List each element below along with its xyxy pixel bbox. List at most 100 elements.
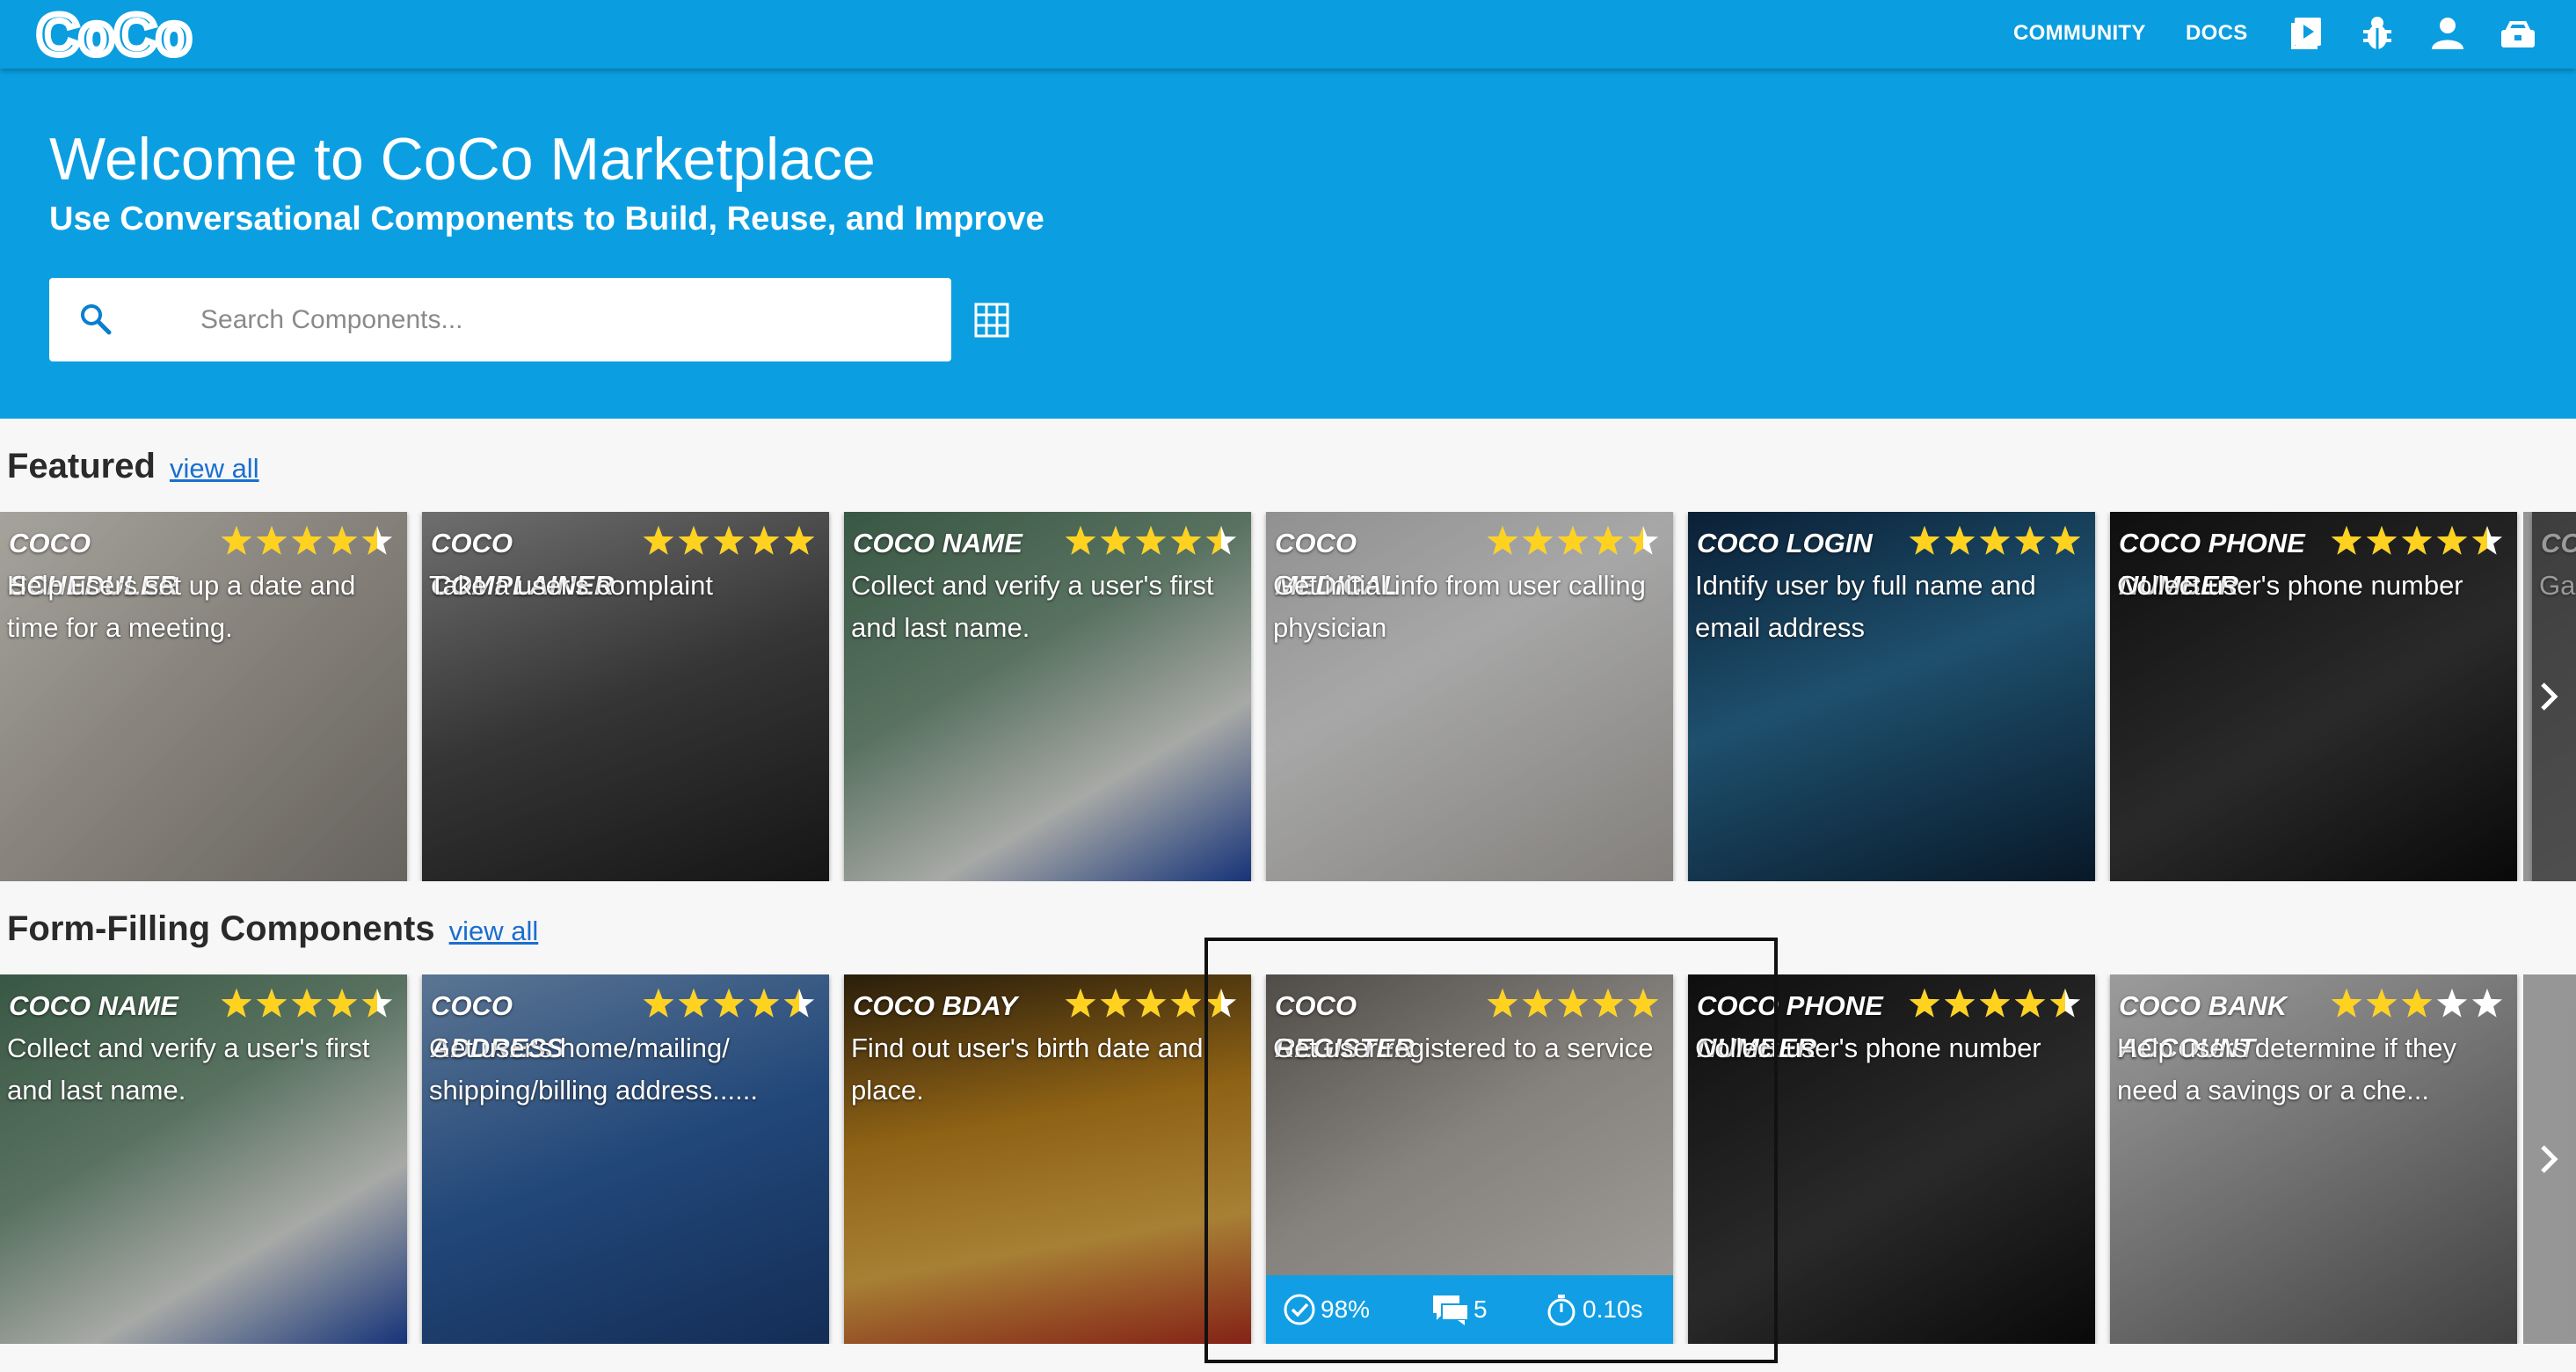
selection-highlight	[1204, 938, 1778, 1363]
star-filled-icon	[1522, 526, 1554, 555]
component-card[interactable]: COCO PHONE NUMBER Collect user's phone nu…	[2110, 512, 2517, 881]
star-filled-icon	[1979, 526, 2011, 555]
star-filled-icon	[748, 526, 780, 555]
card-title: COCO LOGIN	[1697, 528, 1873, 558]
star-filled-icon	[1100, 989, 1132, 1018]
nav-community-link[interactable]: COMMUNITY	[2013, 21, 2146, 46]
star-filled-icon	[1135, 526, 1167, 555]
star-filled-icon	[326, 526, 358, 555]
star-filled-icon	[2049, 526, 2081, 555]
user-icon[interactable]	[2428, 14, 2467, 53]
grid-view-icon[interactable]	[972, 301, 1011, 339]
star-filled-icon	[2436, 526, 2468, 555]
featured-title: Featured	[7, 447, 156, 485]
star-filled-icon	[1170, 989, 1202, 1018]
star-filled-icon	[2401, 526, 2433, 555]
hero-banner: Welcome to CoCo Marketplace Use Conversa…	[0, 69, 2576, 419]
star-filled-icon	[748, 989, 780, 1018]
nav-docs-link[interactable]: DOCS	[2186, 21, 2248, 46]
star-filled-icon	[1557, 526, 1589, 555]
star-filled-icon	[2401, 989, 2433, 1018]
star-filled-icon	[643, 989, 674, 1018]
star-filled-icon	[291, 526, 323, 555]
star-filled-icon	[2331, 989, 2362, 1018]
search-input[interactable]	[200, 296, 930, 345]
form-filling-view-all-link[interactable]: view all	[449, 916, 539, 947]
star-filled-icon	[713, 989, 745, 1018]
star-filled-icon	[2366, 989, 2398, 1018]
coco-logo[interactable]: CoCo	[35, 2, 220, 65]
star-filled-icon	[643, 526, 674, 555]
hero-title: Welcome to CoCo Marketplace	[49, 126, 876, 193]
component-card[interactable]: COCO NAME Collect and verify a user's fir…	[0, 974, 407, 1344]
rating-stars-icon	[1065, 526, 1237, 555]
star-filled-icon	[1065, 526, 1096, 555]
search-box	[49, 278, 951, 361]
svg-text:CoCo: CoCo	[37, 2, 192, 65]
card-description: Collect and verify a user's first and la…	[7, 1033, 370, 1106]
rating-stars-icon	[2331, 526, 2503, 555]
star-filled-icon	[2014, 989, 2046, 1018]
search-icon[interactable]	[76, 299, 116, 339]
chevron-right-icon	[2541, 1145, 2558, 1173]
rating-stars-icon	[221, 526, 393, 555]
form-filling-title: Form-Filling Components	[7, 909, 435, 948]
star-filled-icon	[1909, 989, 1940, 1018]
featured-header: Featured view all	[7, 447, 259, 486]
bug-icon[interactable]	[2358, 14, 2397, 53]
card-title: COCO NAME	[9, 990, 178, 1021]
star-filled-icon	[326, 989, 358, 1018]
star-filled-icon	[678, 526, 709, 555]
chevron-right-icon	[2541, 682, 2558, 711]
component-card[interactable]: COCO SCHEDULER Help users set up a date a…	[0, 512, 407, 881]
card-description: Idntify user by full name and email addr…	[1695, 570, 2036, 643]
rating-stars-icon	[1487, 526, 1659, 555]
star-filled-icon	[1909, 526, 1940, 555]
component-card[interactable]: COCO LOGIN Idntify user by full name and …	[1688, 512, 2095, 881]
rating-stars-icon	[643, 526, 815, 555]
featured-view-all-link[interactable]: view all	[170, 453, 259, 485]
card-description: Collect user's phone number	[2117, 570, 2463, 601]
card-description: Collect and verify a user's first and la…	[851, 570, 1214, 643]
star-filled-icon	[1100, 526, 1132, 555]
star-filled-icon	[221, 526, 252, 555]
component-card[interactable]: COCO ADDRESS Get user's home/mailing/ shi…	[422, 974, 829, 1344]
star-filled-icon	[2331, 526, 2362, 555]
star-filled-icon	[1065, 989, 1096, 1018]
form-filling-header: Form-Filling Components view all	[7, 909, 538, 949]
star-filled-icon	[2366, 526, 2398, 555]
star-filled-icon	[1487, 526, 1518, 555]
star-filled-icon	[783, 526, 815, 555]
scroll-right-button[interactable]	[2523, 512, 2576, 881]
card-description: Get initial info from user calling physi…	[1273, 570, 1646, 643]
card-description: Take a user's complaint	[429, 570, 713, 601]
rating-stars-icon	[1909, 989, 2081, 1018]
component-card[interactable]: COCO COMPLAINER Take a user's complaint	[422, 512, 829, 881]
star-filled-icon	[256, 526, 287, 555]
star-empty-icon	[2471, 989, 2503, 1018]
star-filled-icon	[678, 989, 709, 1018]
rating-stars-icon	[221, 989, 393, 1018]
star-filled-icon	[1135, 989, 1167, 1018]
toolbox-icon[interactable]	[2499, 14, 2537, 53]
rating-stars-icon	[1909, 526, 2081, 555]
scroll-right-button[interactable]	[2523, 974, 2576, 1344]
rating-stars-icon	[643, 989, 815, 1018]
video-icon[interactable]	[2288, 14, 2326, 53]
star-filled-icon	[291, 989, 323, 1018]
hero-subtitle: Use Conversational Components to Build, …	[49, 201, 1044, 237]
featured-row: COCO SCHEDULER Help users set up a date a…	[0, 512, 2576, 881]
component-card[interactable]: COCO MEDICAL Get initial info from user c…	[1266, 512, 1673, 881]
card-description: Find out user's birth date and place.	[851, 1033, 1204, 1106]
star-filled-icon	[256, 989, 287, 1018]
component-card[interactable]: COCO BDAY Find out user's birth date and …	[844, 974, 1251, 1344]
component-card[interactable]: COCO NAME Collect and verify a user's fir…	[844, 512, 1251, 881]
card-description: Help users set up a date and time for a …	[7, 570, 356, 643]
star-filled-icon	[1944, 526, 1976, 555]
card-description: Help users determine if they need a savi…	[2117, 1033, 2456, 1106]
star-filled-icon	[2014, 526, 2046, 555]
component-card[interactable]: COCO BANK ACCOUNT Help users determine if…	[2110, 974, 2517, 1344]
rating-stars-icon	[2331, 989, 2503, 1018]
top-nav: CoCo COMMUNITY DOCS	[0, 0, 2576, 69]
star-filled-icon	[713, 526, 745, 555]
